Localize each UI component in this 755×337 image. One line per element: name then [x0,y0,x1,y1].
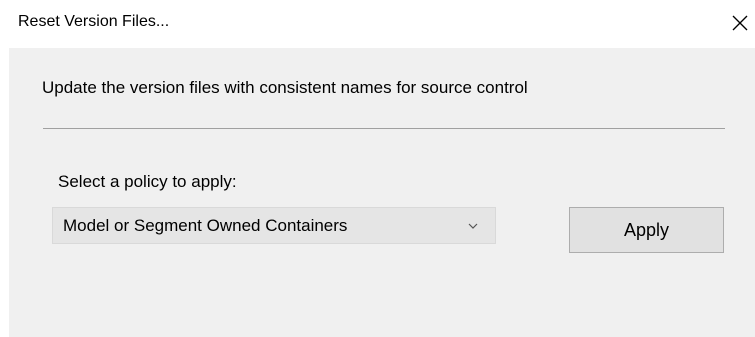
dialog-description: Update the version files with consistent… [42,78,528,97]
policy-label: Select a policy to apply: [58,172,237,191]
separator [43,128,725,129]
policy-selected-value: Model or Segment Owned Containers [63,216,348,235]
close-icon [732,15,748,31]
dialog-body: Update the version files with consistent… [9,48,755,337]
policy-dropdown[interactable]: Model or Segment Owned Containers [52,207,496,244]
dialog-window: Reset Version Files... Update the versio… [0,0,755,337]
close-button[interactable] [727,8,753,38]
apply-button[interactable]: Apply [569,207,724,253]
title-bar: Reset Version Files... [0,0,755,48]
chevron-down-icon [468,223,478,229]
window-title: Reset Version Files... [18,13,170,30]
